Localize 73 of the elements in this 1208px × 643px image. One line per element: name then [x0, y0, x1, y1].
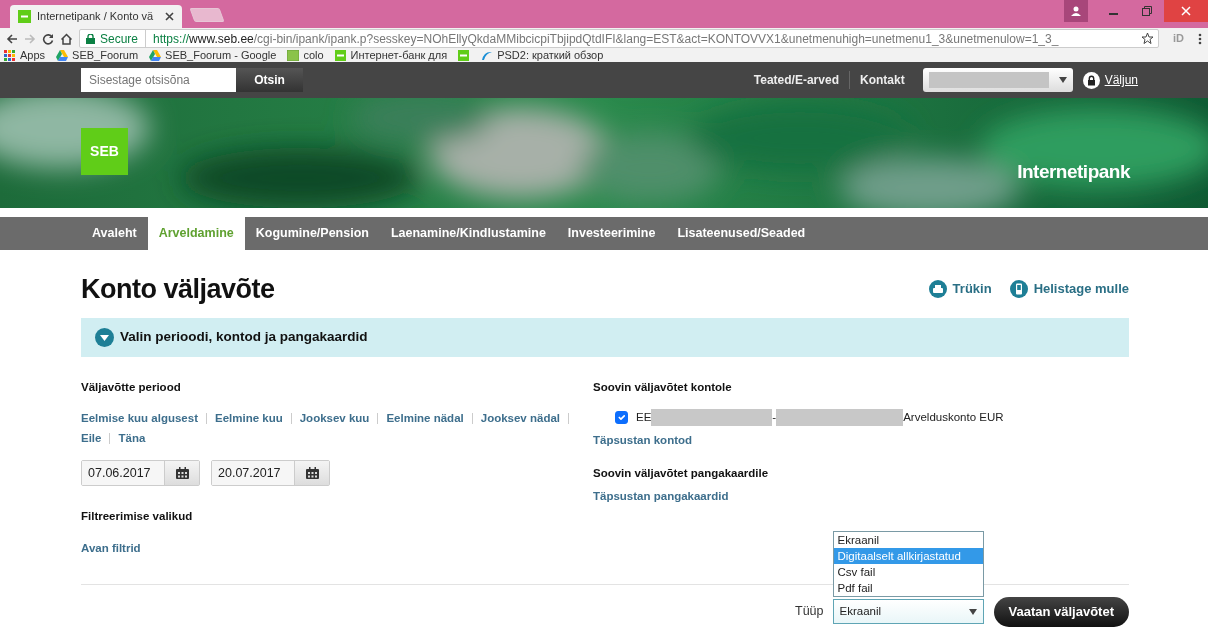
- top-link[interactable]: Teated/E-arved: [743, 71, 849, 89]
- period-link[interactable]: Täna: [118, 428, 146, 449]
- bookmark[interactable]: SEB_Foorum - Google: [149, 49, 277, 62]
- lock-icon: [86, 33, 95, 44]
- field-label: Soovin väljavõtet pangakaardile: [593, 465, 770, 481]
- search-field[interactable]: Sisestage otsisõna: [81, 68, 236, 92]
- action-link[interactable]: Trükin: [952, 279, 992, 299]
- lock-icon: [1082, 71, 1100, 89]
- dropdown-arrow-icon: [1058, 77, 1067, 83]
- apps-icon: [4, 50, 16, 61]
- nav-tab[interactable]: Investeerimine: [556, 217, 667, 250]
- bookmark[interactable]: PSD2: краткий обзор: [481, 49, 604, 62]
- nav-tab[interactable]: Avaleht: [81, 217, 148, 250]
- period-link[interactable]: Jooksev nädal: [480, 408, 560, 429]
- triangle-icon: [149, 50, 162, 61]
- bookmark[interactable]: SEB_Foorum: [56, 49, 139, 62]
- cards-link[interactable]: Täpsustan pangakaardid: [593, 487, 729, 505]
- banner-title: Internetipank: [1017, 160, 1130, 184]
- close-icon[interactable]: [165, 12, 174, 21]
- triangle-icon: [56, 50, 69, 61]
- field-label: Filtreerimise valikud: [81, 509, 194, 525]
- dropdown-arrow-icon: [968, 608, 977, 615]
- tab-title: Internetipank / Konto vä: [37, 9, 154, 25]
- browser-tab[interactable]: Internetipank / Konto vä: [10, 5, 182, 28]
- phone-icon[interactable]: [1009, 280, 1028, 298]
- dropdown-option[interactable]: Ekraanil: [833, 532, 983, 548]
- nav-tab[interactable]: Kogumine/Pension: [244, 217, 380, 250]
- seb-favicon-icon: [458, 50, 471, 61]
- nav-tab[interactable]: Laenamine/Kindlustamine: [379, 217, 557, 250]
- field-label: Soovin väljavõtet kontole: [593, 380, 733, 395]
- period-link[interactable]: Eelmine nädal: [386, 408, 464, 429]
- secure-label: Secure: [100, 30, 147, 47]
- account-name: Arvelduskonto EUR: [903, 410, 1004, 426]
- period-link[interactable]: Eelmise kuu algusest: [81, 408, 198, 429]
- printer-icon[interactable]: [928, 280, 947, 298]
- filter-link[interactable]: Avan filtrid: [81, 539, 141, 557]
- page-title: Konto väljavõte: [81, 272, 275, 306]
- home-icon[interactable]: [60, 32, 73, 45]
- reload-icon[interactable]: [42, 32, 54, 45]
- field-label: Väljavõtte periood: [81, 380, 182, 395]
- back-icon[interactable]: [6, 32, 18, 45]
- account-prefix: EE: [636, 410, 652, 426]
- bookmark[interactable]: Интернет-банк для: [334, 49, 448, 62]
- bookmark[interactable]: Apps: [4, 49, 46, 62]
- dropdown-option[interactable]: Digitaalselt allkirjastatud: [833, 548, 983, 564]
- period-link[interactable]: Eelmine kuu: [214, 408, 283, 429]
- accounts-link[interactable]: Täpsustan kontod: [593, 431, 693, 449]
- url-text: https://www.seb.ee/cgi-bin/ipank/ipank.p?sesskey=NOhEllyQkdaMMibcicpiTbjipdQtdIFI&lang=EST&act=KONTOVVX1&unetmenuhigh=unetmenu1_3&unetmenulow=1_3_: [153, 30, 1059, 47]
- top-link[interactable]: Kontakt: [848, 71, 915, 89]
- type-select[interactable]: Ekraanil: [832, 599, 984, 624]
- type-label: Tüüp: [795, 603, 824, 621]
- action-link[interactable]: Helistage mulle: [1033, 279, 1129, 299]
- user-icon[interactable]: [1071, 6, 1081, 16]
- dropdown-option[interactable]: Pdf fail: [833, 580, 983, 596]
- period-link[interactable]: Eile: [81, 428, 102, 449]
- seb-favicon-icon: [334, 50, 347, 61]
- section-header[interactable]: Valin perioodi, kontod ja pangakaardid: [81, 318, 1129, 357]
- submit-button[interactable]: Vaatan väljavõtet: [993, 596, 1129, 627]
- period-link[interactable]: Jooksev kuu: [299, 408, 370, 429]
- star-icon[interactable]: [1141, 32, 1154, 45]
- address-field[interactable]: Secure https://www.seb.ee/cgi-bin/ipank/ipank.p?sesskey=NOhEllyQkdaMMibcicpiTbjipdQtdIFI&lang=EST&act=KONTOVVX1&unetmenuhigh=unetmenu1_3&unetmenulow=1_3_: [79, 29, 1159, 48]
- restore-icon[interactable]: [1142, 6, 1152, 16]
- section-title: Valin perioodi, kontod ja pangakaardid: [120, 328, 368, 347]
- dropdown-option[interactable]: Csv fail: [833, 564, 983, 580]
- seb-favicon-icon: [18, 10, 31, 23]
- bookmark[interactable]: colo: [287, 49, 324, 62]
- more-menu-icon[interactable]: [1198, 32, 1202, 45]
- expand-icon: [95, 328, 114, 347]
- nav-tab[interactable]: Lisateenused/Seaded: [666, 217, 817, 250]
- logout-link[interactable]: Väljun: [1104, 71, 1138, 89]
- account-separator: -: [772, 410, 777, 426]
- search-button[interactable]: Otsin: [236, 68, 303, 92]
- account-checkbox[interactable]: [615, 411, 628, 425]
